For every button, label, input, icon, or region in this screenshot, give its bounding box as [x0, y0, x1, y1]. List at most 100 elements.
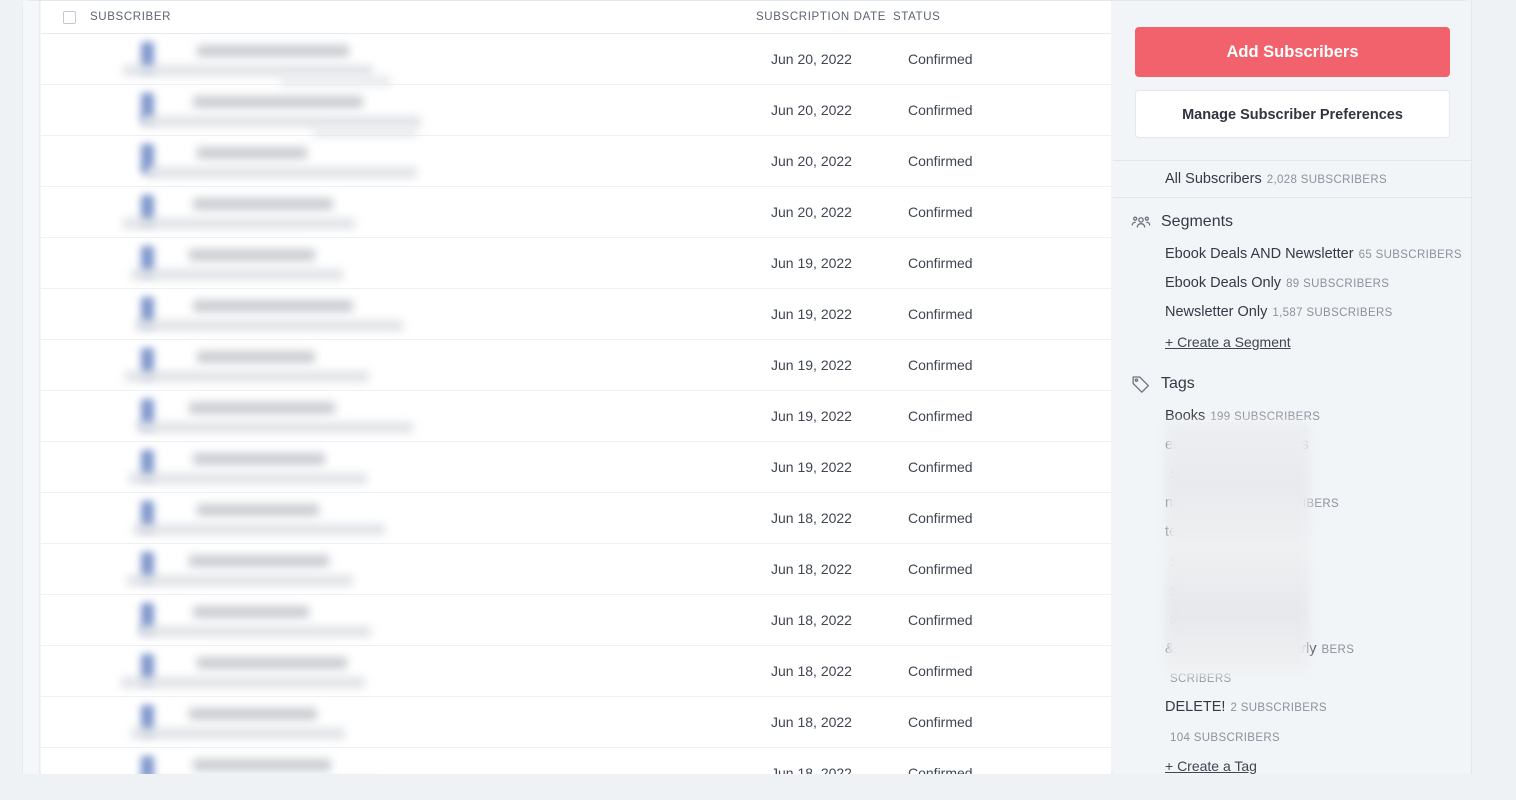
segment-item-count: 65 SUBSCRIBERS: [1358, 249, 1462, 261]
cell-subscriber[interactable]: [81, 340, 771, 391]
cell-subscriber[interactable]: [81, 187, 771, 238]
add-subscribers-button[interactable]: Add Subscribers: [1135, 27, 1450, 77]
tag-item-count: 294 SUBSCRIBERS: [1199, 439, 1310, 452]
cell-status: Confirmed: [908, 204, 973, 220]
cell-subscriber[interactable]: [81, 748, 771, 774]
segments-title: Segments: [1161, 213, 1234, 230]
cell-subscription-date: Jun 18, 2022: [771, 612, 852, 628]
cell-status: Confirmed: [908, 612, 973, 628]
cell-subscriber[interactable]: [81, 442, 771, 493]
cell-subscriber[interactable]: [81, 85, 771, 137]
all-subscribers-row[interactable]: All Subscribers 2,028 SUBSCRIBERS: [1113, 161, 1472, 197]
redacted-subscriber-email: [131, 727, 345, 739]
table-row[interactable]: Jun 18, 2022 Confirmed: [41, 544, 1111, 595]
segment-item[interactable]: Ebook Deals AND Newsletter 65 SUBSCRIBERS: [1113, 239, 1472, 268]
cell-subscriber[interactable]: [81, 646, 771, 697]
redacted-subscriber-name: [197, 146, 307, 159]
select-all-checkbox[interactable]: [63, 10, 76, 24]
table-body: Jun 20, 2022 Confirmed Jun 20, 2022 Confirm…: [41, 34, 1111, 774]
cell-subscriber[interactable]: [81, 136, 771, 187]
cell-subscription-date: Jun 19, 2022: [771, 255, 852, 271]
tags-list: Books 199 SUBSCRIBERS etter 294 SUBSCRIBERS…: [1113, 401, 1472, 751]
page-shell: SUBSCRIBER SUBSCRIPTION DATE STATUS Jun …: [22, 0, 1472, 774]
column-header-status[interactable]: STATUS: [893, 11, 940, 23]
table-row[interactable]: Jun 19, 2022 Confirmed: [41, 289, 1111, 340]
sidebar: Add Subscribers Manage Subscriber Prefer…: [1113, 1, 1472, 774]
cell-subscriber[interactable]: [81, 493, 771, 544]
tag-item[interactable]: SUBSCRIBERS: [1113, 547, 1472, 576]
redacted-subscriber-email: [123, 64, 373, 76]
tag-item-count: 2 SUBSCRIBERS: [1230, 702, 1327, 715]
cell-subscription-date: Jun 19, 2022: [771, 306, 852, 322]
tag-item[interactable]: te 0 SUBSCRIBERS: [1113, 517, 1472, 546]
tag-item[interactable]: SCRIBERS: [1113, 663, 1472, 692]
redacted-subscriber-email: [125, 370, 369, 382]
tag-item[interactable]: SUBSCRIBERS: [1113, 459, 1472, 488]
cell-subscription-date: Jun 18, 2022: [771, 714, 852, 730]
all-subscribers-label: All Subscribers: [1165, 171, 1262, 187]
tag-item[interactable]: ngagement 0 SUBSCRIBERS: [1113, 488, 1472, 517]
table-row[interactable]: Jun 20, 2022 Confirmed: [41, 85, 1111, 137]
cell-subscriber[interactable]: [81, 544, 771, 595]
table-row[interactable]: Jun 18, 2022 Confirmed: [41, 595, 1111, 646]
cell-status: Confirmed: [908, 714, 973, 730]
redacted-subscriber-name: [197, 503, 319, 516]
column-header-subscriber[interactable]: SUBSCRIBER: [90, 11, 756, 23]
tag-item-label: Books: [1165, 407, 1206, 424]
table-row[interactable]: Jun 20, 2022 Confirmed: [41, 136, 1111, 187]
cell-subscription-date: Jun 19, 2022: [771, 408, 852, 424]
table-row[interactable]: Jun 19, 2022 Confirmed: [41, 238, 1111, 289]
cell-subscriber[interactable]: [81, 289, 771, 340]
redacted-subscriber-email: [121, 676, 365, 688]
table-row[interactable]: Jun 18, 2022 Confirmed: [41, 697, 1111, 748]
redacted-subscriber-name: [197, 44, 349, 57]
cell-subscriber[interactable]: [81, 34, 771, 86]
cell-subscriber[interactable]: [81, 391, 771, 442]
segment-item-label: Ebook Deals AND Newsletter: [1165, 246, 1354, 262]
table-row[interactable]: Jun 18, 2022 Confirmed: [41, 493, 1111, 544]
redacted-subscriber-name: [189, 248, 315, 261]
table-row[interactable]: Jun 19, 2022 Confirmed: [41, 391, 1111, 442]
tag-item[interactable]: SUBSCRIBERS: [1113, 605, 1472, 634]
tag-item[interactable]: & Chapter Books (Early BERS: [1113, 634, 1472, 663]
cell-status: Confirmed: [908, 306, 973, 322]
cell-subscriber[interactable]: [81, 238, 771, 289]
table-row[interactable]: Jun 18, 2022 Confirmed: [41, 646, 1111, 697]
create-segment-link[interactable]: + Create a Segment: [1165, 334, 1291, 350]
cell-subscriber[interactable]: [81, 595, 771, 646]
table-row[interactable]: Jun 20, 2022 Confirmed: [41, 187, 1111, 238]
tag-item-label: te: [1165, 524, 1178, 541]
tag-item-count: BERS: [1321, 644, 1355, 657]
cell-subscription-date: Jun 19, 2022: [771, 459, 852, 475]
redacted-subscriber-email: [129, 472, 367, 484]
table-row[interactable]: Jun 19, 2022 Confirmed: [41, 442, 1111, 493]
table-header-row: SUBSCRIBER SUBSCRIPTION DATE STATUS: [41, 1, 1111, 34]
cell-subscription-date: Jun 18, 2022: [771, 510, 852, 526]
tag-item-count: SUBSCRIBERS: [1170, 614, 1257, 627]
redacted-subscriber-name: [193, 197, 333, 210]
table-row[interactable]: Jun 18, 2022 Confirmed: [41, 748, 1111, 774]
manage-subscriber-preferences-button[interactable]: Manage Subscriber Preferences: [1135, 90, 1450, 138]
create-tag-link[interactable]: + Create a Tag: [1165, 758, 1257, 774]
sidebar-body: Segments Ebook Deals AND Newsletter 65 SU…: [1113, 198, 1472, 800]
redacted-subscriber-name: [189, 707, 317, 720]
table-row[interactable]: Jun 19, 2022 Confirmed: [41, 340, 1111, 391]
tag-item[interactable]: DELETE! 2 SUBSCRIBERS: [1113, 692, 1472, 721]
segments-list: Ebook Deals AND Newsletter 65 SUBSCRIBERS…: [1113, 239, 1472, 327]
segments-section: Segments Ebook Deals AND Newsletter 65 SU…: [1113, 212, 1472, 352]
redacted-subscriber-name: [193, 299, 353, 312]
all-subscribers-count: 2,028 SUBSCRIBERS: [1266, 174, 1387, 186]
cell-subscription-date: Jun 19, 2022: [771, 357, 852, 373]
segment-item[interactable]: Ebook Deals Only 89 SUBSCRIBERS: [1113, 268, 1472, 297]
tag-item[interactable]: SUBSCRIBERS: [1113, 576, 1472, 605]
cell-subscriber[interactable]: [81, 697, 771, 748]
tag-item-label: etter: [1165, 436, 1195, 453]
tag-item[interactable]: Books 199 SUBSCRIBERS: [1113, 401, 1472, 430]
redacted-subscriber-email: [131, 268, 343, 280]
column-header-subscription-date[interactable]: SUBSCRIPTION DATE: [756, 11, 893, 23]
segment-item[interactable]: Newsletter Only 1,587 SUBSCRIBERS: [1113, 297, 1472, 326]
tag-item[interactable]: 104 SUBSCRIBERS: [1113, 722, 1472, 751]
table-row[interactable]: Jun 20, 2022 Confirmed: [41, 34, 1111, 86]
cell-status: Confirmed: [908, 663, 973, 679]
tag-item[interactable]: etter 294 SUBSCRIBERS: [1113, 430, 1472, 459]
